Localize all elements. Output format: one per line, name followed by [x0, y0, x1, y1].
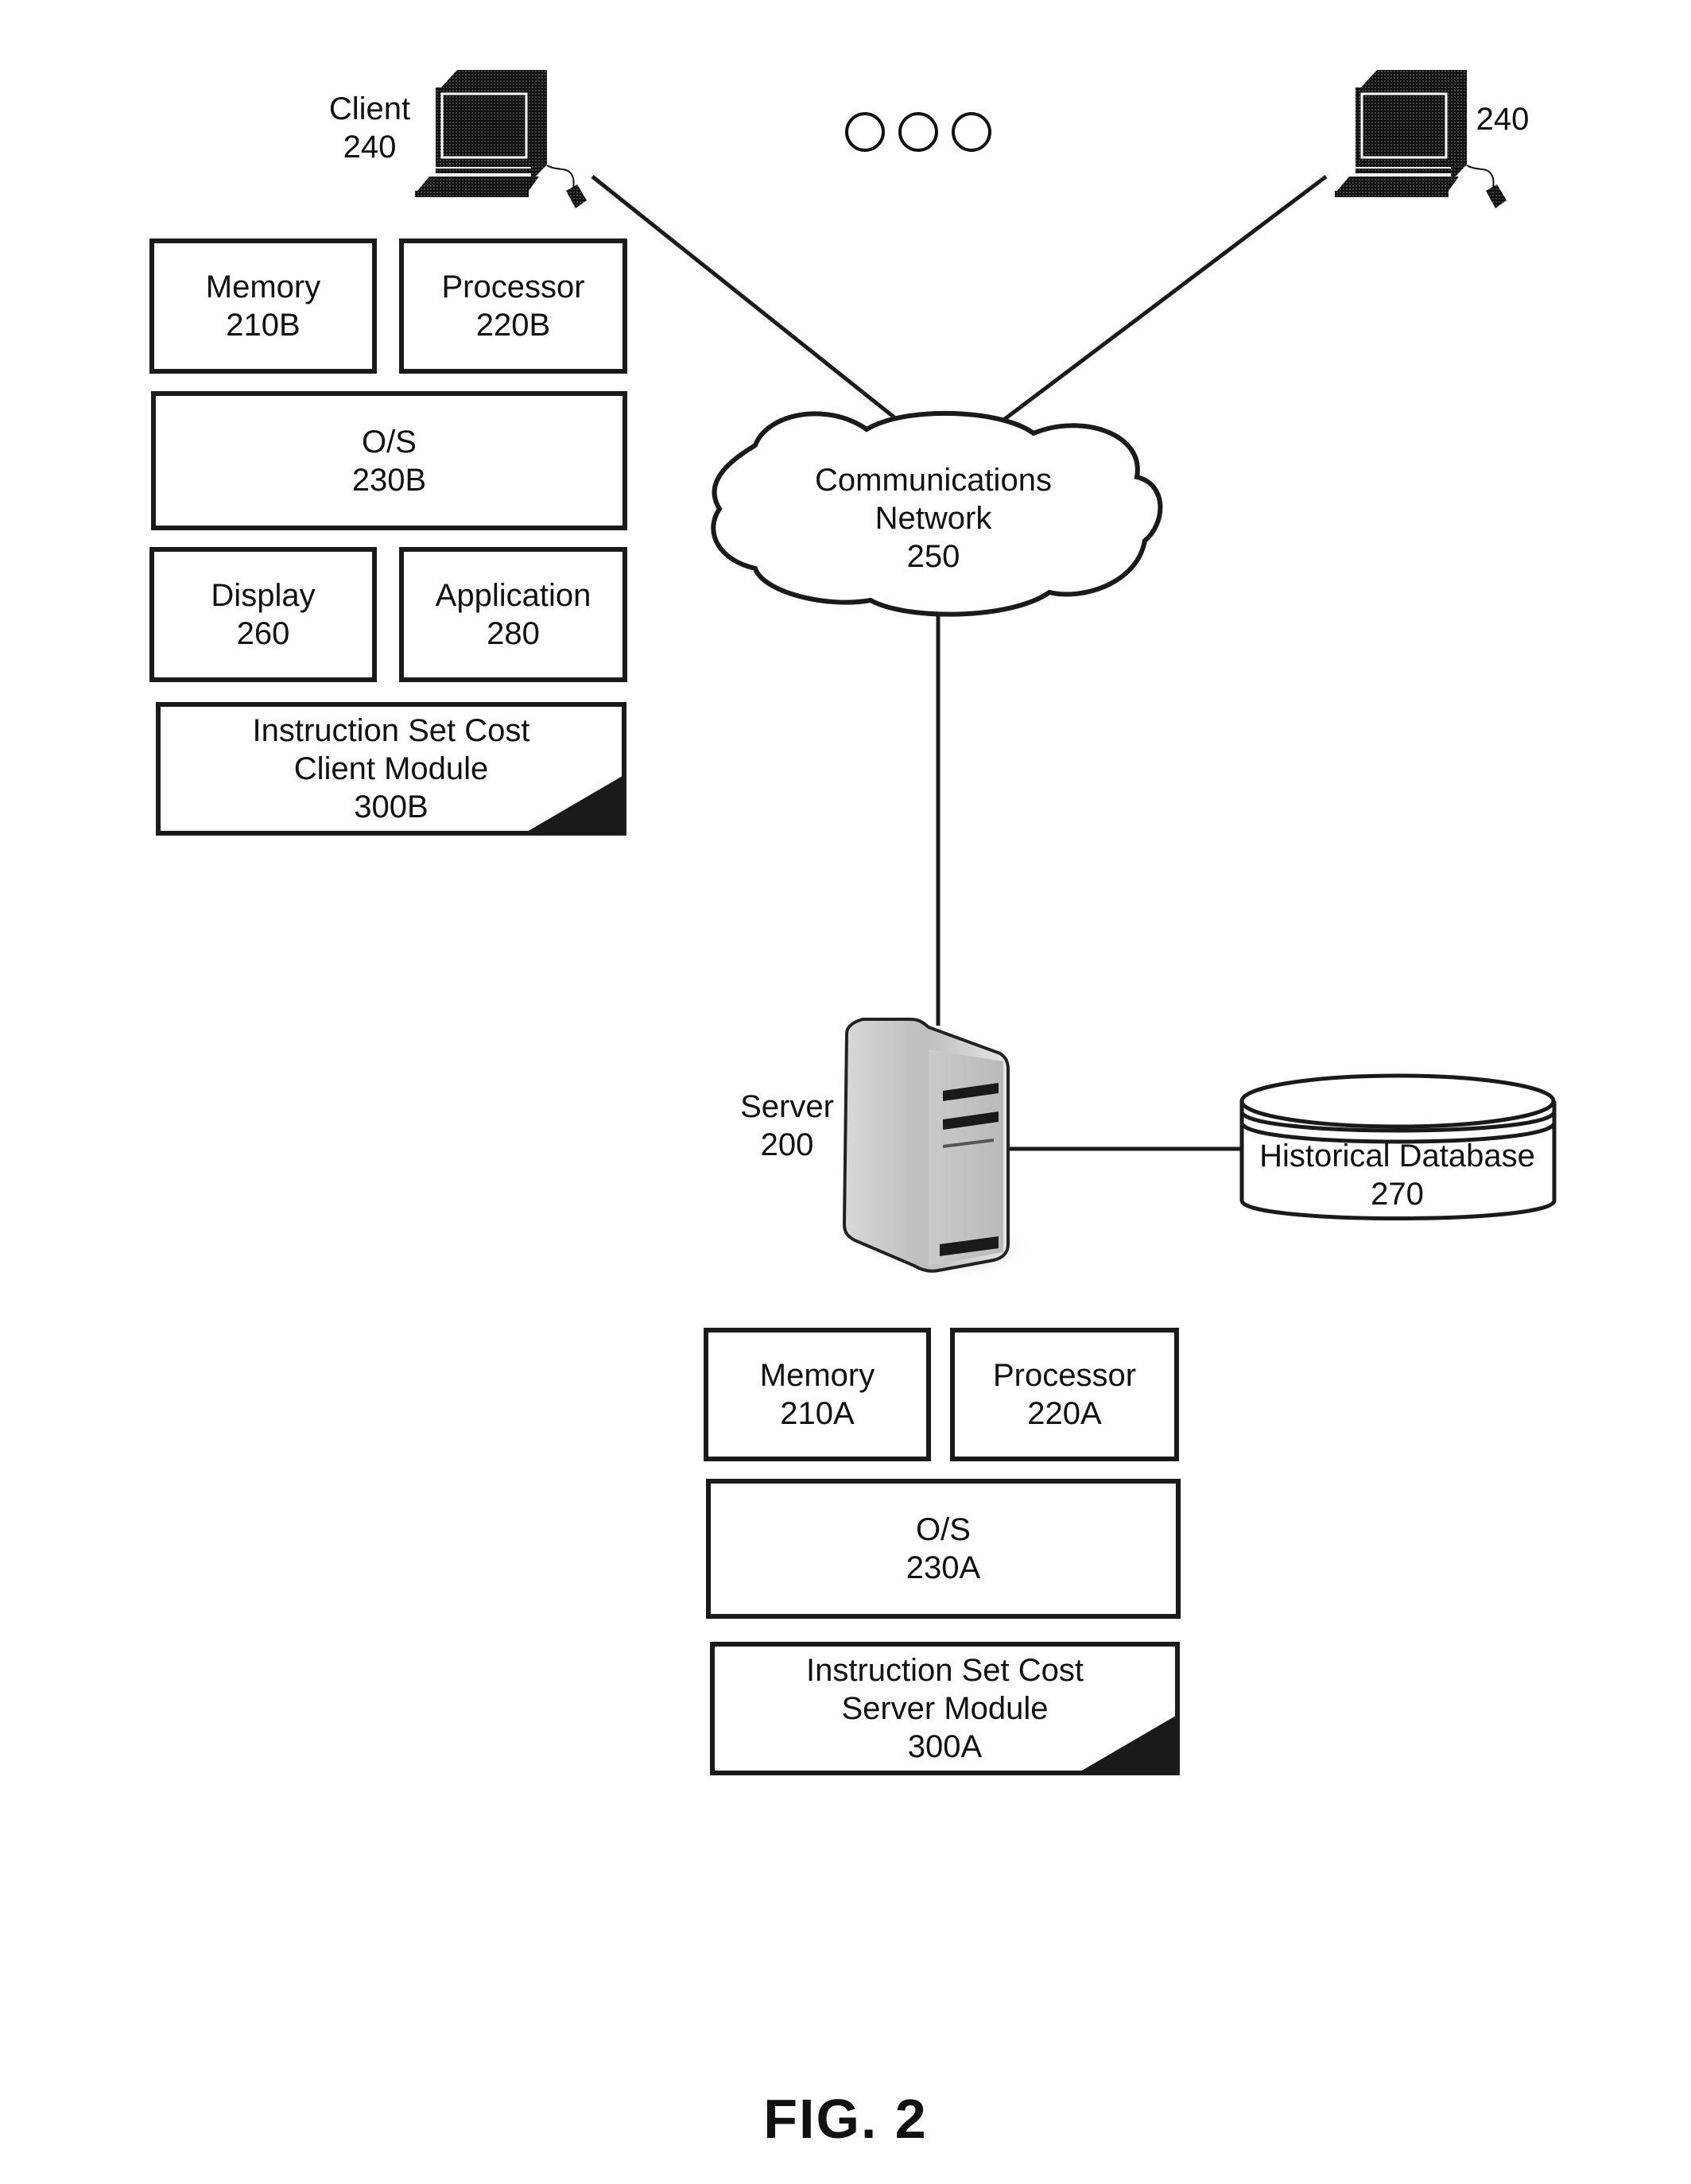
client-memory-ref: 210B — [226, 308, 301, 343]
figure-caption: FIG. 2 — [763, 2088, 928, 2150]
client-application-ref: 280 — [487, 616, 540, 651]
client-os-name: O/S — [362, 424, 417, 460]
client-display-ref: 260 — [236, 616, 290, 651]
client-display-box: Display 260 — [149, 547, 377, 682]
network-line1: Communications — [815, 463, 1052, 498]
client-computer-left-icon — [415, 70, 587, 208]
client-processor-name: Processor — [441, 270, 585, 305]
server-module-line1: Instruction Set Cost — [805, 1653, 1084, 1688]
client-memory-box: Memory 210B — [149, 239, 377, 374]
server-module-ref: 300A — [907, 1729, 983, 1764]
client-application-box: Application 280 — [399, 547, 627, 682]
client-memory-name: Memory — [205, 270, 321, 305]
database-name: Historical Database — [1259, 1139, 1535, 1173]
server-module-box: Instruction Set Cost Server Module 300A — [710, 1642, 1180, 1775]
server-os-box: O/S 230A — [706, 1479, 1181, 1619]
server-tower-icon — [842, 1018, 1034, 1280]
client-left-name: Client — [328, 91, 411, 126]
client-module-ref: 300B — [354, 789, 429, 824]
server-label: Server 200 — [731, 1088, 843, 1164]
server-processor-ref: 220A — [1027, 1396, 1102, 1431]
server-memory-name: Memory — [759, 1358, 875, 1393]
client-module-line2: Client Module — [293, 751, 489, 786]
client-os-ref: 230B — [351, 462, 427, 498]
client-processor-box: Processor 220B — [399, 239, 627, 374]
link-client-right-to-network — [984, 175, 1328, 435]
client-os-box: O/S 230B — [151, 391, 627, 530]
client-processor-ref: 220B — [475, 308, 551, 343]
server-os-name: O/S — [916, 1512, 971, 1547]
database-ref: 270 — [1371, 1177, 1424, 1212]
database-label: Historical Database 270 — [1240, 1137, 1554, 1213]
client-right-ref: 240 — [1476, 102, 1530, 137]
module-corner-fold-icon — [527, 776, 622, 832]
client-module-line1: Instruction Set Cost — [252, 713, 530, 748]
server-memory-ref: 210A — [780, 1396, 855, 1431]
module-corner-fold-icon — [1080, 1716, 1176, 1771]
server-module-line2: Server Module — [841, 1691, 1049, 1726]
client-module-box: Instruction Set Cost Client Module 300B — [156, 702, 626, 836]
network-ref: 250 — [906, 539, 960, 574]
client-computer-right-icon — [1335, 70, 1507, 208]
network-label: Communications Network 250 — [709, 461, 1158, 576]
client-right-label: 240 — [1467, 100, 1538, 138]
client-display-name: Display — [211, 578, 316, 613]
server-name: Server — [740, 1089, 834, 1124]
link-client-left-to-network — [591, 175, 916, 435]
server-processor-name: Processor — [992, 1358, 1137, 1393]
server-processor-box: Processor 220A — [950, 1328, 1179, 1461]
server-memory-box: Memory 210A — [704, 1328, 931, 1461]
client-left-ref: 240 — [343, 130, 397, 165]
ellipsis-circles-icon — [845, 112, 991, 152]
client-left-label: Client 240 — [314, 90, 425, 166]
server-os-ref: 230A — [906, 1550, 981, 1585]
network-line2: Network — [875, 501, 992, 536]
server-ref: 200 — [760, 1127, 814, 1162]
client-application-name: Application — [435, 578, 591, 613]
